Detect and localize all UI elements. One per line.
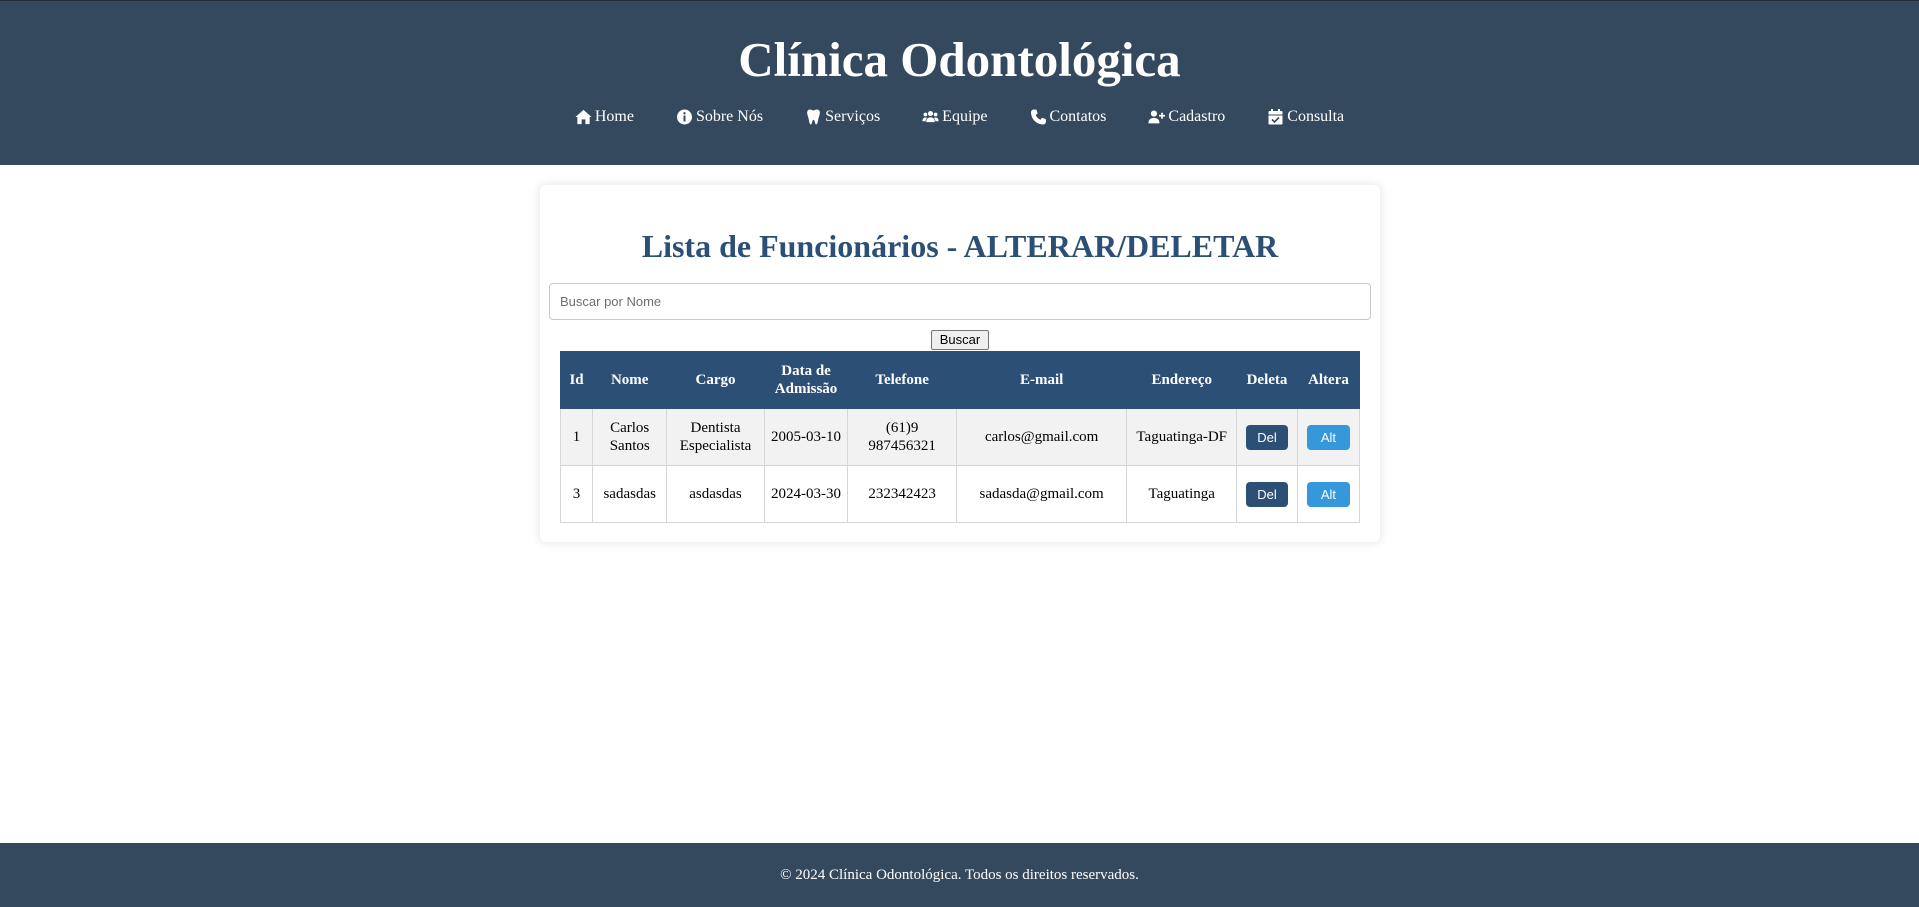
column-header-email: E-mail [955, 351, 1128, 409]
table-row: 1 Carlos Santos Dentista Especialista 20… [559, 408, 1361, 466]
site-footer: © 2024 Clínica Odontológica. Todos os di… [0, 843, 1919, 907]
cell-nome: sadasdas [592, 465, 668, 523]
nav-item-contatos[interactable]: Contatos [1030, 104, 1107, 130]
nav-item-cadastro[interactable]: Cadastro [1148, 104, 1225, 130]
employee-list-card: Lista de Funcionários - ALTERAR/DELETAR … [540, 185, 1380, 542]
home-icon [575, 109, 595, 125]
footer-copyright: © 2024 Clínica Odontológica. Todos os di… [780, 867, 1139, 883]
table-row: 3 sadasdas asdasdas 2024-03-30 232342423… [559, 465, 1361, 523]
column-header-id: Id [559, 351, 594, 409]
cell-email: carlos@gmail.com [955, 408, 1128, 466]
employee-table: Id Nome Cargo Data de Admissão Telefone … [559, 351, 1361, 523]
alter-button[interactable]: Alt [1306, 424, 1350, 450]
cell-id: 3 [559, 465, 594, 523]
cell-cargo: asdasdas [666, 465, 765, 523]
nav-item-label: Equipe [942, 108, 988, 125]
column-header-data-admissao: Data de Admissão [763, 351, 849, 409]
phone-icon [1030, 109, 1050, 125]
cell-telefone: 232342423 [847, 465, 957, 523]
page-title: Lista de Funcionários - ALTERAR/DELETAR [641, 228, 1279, 264]
column-header-deleta: Deleta [1236, 351, 1298, 409]
nav-item-label: Contatos [1049, 108, 1107, 125]
cell-endereco: Taguatinga [1126, 465, 1238, 523]
user-plus-icon [1148, 109, 1168, 125]
cell-altera: Alt [1296, 465, 1361, 523]
main-nav: Home Sobre Nós Serviços Equipe Contatos [0, 104, 1919, 130]
tooth-icon [805, 109, 825, 125]
site-title: Clínica Odontológica [738, 32, 1181, 87]
cell-cargo: Dentista Especialista [666, 408, 765, 466]
cell-email: sadasda@gmail.com [955, 465, 1128, 523]
nav-item-label: Cadastro [1168, 108, 1226, 125]
search-input[interactable] [549, 283, 1371, 320]
delete-button[interactable]: Del [1245, 481, 1288, 507]
nav-item-label: Serviços [825, 108, 881, 125]
column-header-altera: Altera [1296, 351, 1361, 409]
alter-button[interactable]: Alt [1306, 481, 1350, 507]
column-header-cargo: Cargo [666, 351, 765, 409]
column-header-endereco: Endereço [1126, 351, 1238, 409]
nav-item-home[interactable]: Home [575, 104, 634, 130]
users-icon [922, 109, 942, 125]
nav-item-label: Home [594, 108, 634, 125]
cell-telefone: (61)9 987456321 [847, 408, 957, 466]
calendar-check-icon [1267, 109, 1287, 125]
nav-item-label: Sobre Nós [695, 108, 764, 125]
cell-altera: Alt [1296, 408, 1361, 466]
cell-deleta: Del [1236, 408, 1298, 466]
nav-item-sobre-nos[interactable]: Sobre Nós [676, 104, 763, 130]
cell-nome: Carlos Santos [592, 408, 668, 466]
table-header: Id Nome Cargo Data de Admissão Telefone … [559, 351, 1361, 409]
cell-data-admissao: 2005-03-10 [763, 408, 849, 466]
cell-data-admissao: 2024-03-30 [763, 465, 849, 523]
info-icon [676, 109, 696, 125]
cell-id: 1 [559, 408, 594, 466]
cell-deleta: Del [1236, 465, 1298, 523]
column-header-telefone: Telefone [847, 351, 957, 409]
site-header: Clínica Odontológica Home Sobre Nós Serv… [0, 0, 1919, 165]
nav-item-consulta[interactable]: Consulta [1267, 104, 1344, 130]
cell-endereco: Taguatinga-DF [1126, 408, 1238, 466]
nav-item-label: Consulta [1287, 108, 1345, 125]
delete-button[interactable]: Del [1245, 424, 1288, 450]
nav-item-equipe[interactable]: Equipe [922, 104, 988, 130]
nav-item-servicos[interactable]: Serviços [805, 104, 880, 130]
search-button[interactable]: Buscar [931, 330, 989, 350]
column-header-nome: Nome [592, 351, 668, 409]
